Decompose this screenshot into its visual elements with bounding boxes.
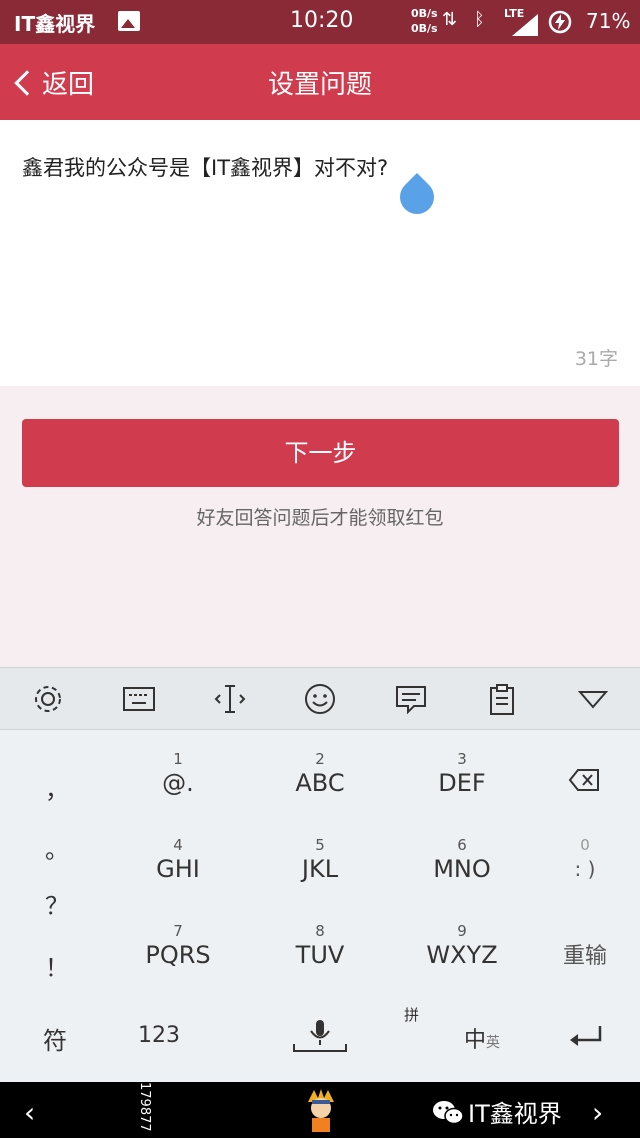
- key-number: 5: [315, 836, 325, 854]
- key-label: DEF: [438, 769, 486, 797]
- key-label: TUV: [295, 941, 345, 969]
- key-number: 3: [457, 750, 467, 768]
- ying-label: 英: [486, 1035, 501, 1051]
- key-label: ABC: [295, 769, 345, 797]
- gear-icon[interactable]: [31, 682, 65, 716]
- space-key[interactable]: [292, 1018, 348, 1054]
- data-transfer-icon: ⇅: [442, 9, 458, 30]
- key-number: 1: [173, 750, 183, 768]
- cursor-handle[interactable]: [392, 172, 442, 222]
- number-key[interactable]: 123: [138, 1023, 180, 1048]
- microphone-icon: [293, 1020, 347, 1052]
- backspace-button[interactable]: [566, 768, 602, 796]
- key-4[interactable]: 4 GHI: [118, 836, 238, 884]
- emoji-icon[interactable]: [303, 682, 337, 716]
- key-label: JKL: [301, 855, 339, 883]
- key-2[interactable]: 2 ABC: [260, 750, 380, 798]
- key-8[interactable]: 8 TUV: [260, 922, 380, 970]
- key-label: : ): [574, 857, 596, 881]
- collapse-icon[interactable]: [576, 682, 610, 716]
- key-label: MNO: [433, 855, 491, 883]
- navigation-bar: ‹ 179877 IT鑫视界 ›: [0, 1082, 640, 1138]
- vertical-watermark: 179877: [137, 1082, 152, 1132]
- image-notification-icon: [118, 11, 140, 31]
- key-label: @.: [162, 769, 194, 797]
- char-count: 31字: [574, 348, 618, 370]
- clipboard-icon[interactable]: [485, 682, 519, 716]
- status-time: 10:20: [290, 8, 354, 33]
- key-number: 9: [457, 922, 467, 940]
- key-3[interactable]: 3 DEF: [402, 750, 522, 798]
- net-down: 0B/s: [411, 22, 438, 35]
- key-period[interactable]: 。: [40, 830, 74, 865]
- key-label: GHI: [156, 855, 200, 883]
- status-app-label: IT鑫视界: [14, 12, 96, 36]
- key-7[interactable]: 7 PQRS: [118, 922, 238, 970]
- symbol-key[interactable]: 符: [43, 1021, 67, 1056]
- key-9[interactable]: 9 WXYZ: [402, 922, 522, 970]
- header-bar: 返回 设置问题: [0, 44, 640, 120]
- key-number: 6: [457, 836, 467, 854]
- key-question[interactable]: ？: [40, 886, 74, 921]
- signal-icon: [512, 14, 538, 41]
- key-5[interactable]: 5 JKL: [260, 836, 380, 884]
- key-label: WXYZ: [426, 941, 498, 969]
- key-6[interactable]: 6 MNO: [402, 836, 522, 884]
- enter-key[interactable]: [568, 1024, 604, 1052]
- avatar-icon: [304, 1088, 338, 1132]
- backspace-icon: [568, 769, 599, 791]
- bluetooth-icon: ᛒ: [474, 9, 485, 30]
- zhong-label: 中: [464, 1028, 487, 1053]
- key-number: 7: [173, 922, 183, 940]
- brand-label: IT鑫视界: [432, 1094, 562, 1129]
- cursor-icon[interactable]: [213, 682, 247, 716]
- battery-saver-icon: [548, 10, 572, 39]
- keyboard-icon[interactable]: [122, 682, 156, 716]
- status-bar: IT鑫视界 10:20 0B/s 0B/s ⇅ ᛒ LTE 71%: [0, 0, 640, 44]
- keyboard-toolbar: [0, 667, 640, 730]
- nav-forward-button[interactable]: ›: [592, 1096, 603, 1129]
- page-title: 设置问题: [267, 70, 372, 100]
- battery-percent: 71%: [586, 9, 631, 33]
- net-up: 0B/s: [411, 7, 438, 20]
- key-comma[interactable]: ，: [40, 770, 74, 805]
- retype-button[interactable]: 重输: [550, 938, 620, 970]
- question-input[interactable]: 鑫君我的公众号是【IT鑫视界】对不对? 31字: [0, 120, 640, 386]
- key-exclaim[interactable]: ！: [40, 948, 74, 983]
- network-speed: 0B/s 0B/s: [411, 6, 438, 36]
- key-number: 0: [580, 836, 590, 854]
- key-number: 4: [173, 836, 183, 854]
- enter-icon: [570, 1026, 602, 1046]
- message-icon[interactable]: [394, 682, 428, 716]
- key-number: 8: [315, 922, 325, 940]
- next-button[interactable]: 下一步: [22, 419, 619, 487]
- wechat-icon: [432, 1099, 464, 1125]
- brand-text: IT鑫视界: [468, 1100, 562, 1128]
- nav-back-button[interactable]: ‹: [24, 1096, 35, 1129]
- hint-text: 好友回答问题后才能领取红包: [196, 507, 444, 529]
- key-1[interactable]: 1 @.: [118, 750, 238, 798]
- lang-switch-key[interactable]: 中英: [464, 1022, 500, 1054]
- key-0[interactable]: 0 : ): [550, 836, 620, 884]
- question-text: 鑫君我的公众号是【IT鑫视界】对不对?: [22, 156, 389, 180]
- pinyin-label: 拼: [404, 1006, 420, 1024]
- key-number: 2: [315, 750, 325, 768]
- key-label: PQRS: [145, 941, 211, 969]
